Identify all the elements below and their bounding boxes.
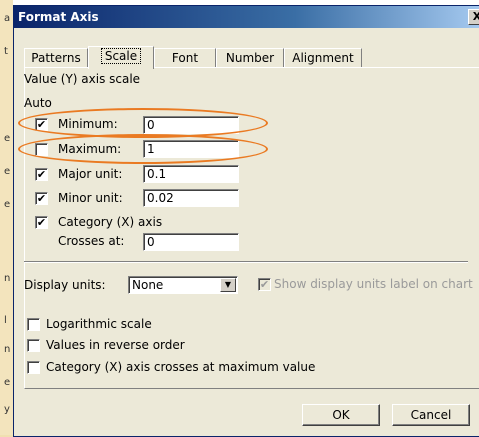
- minimum-auto-checkbox[interactable]: ✔: [35, 118, 48, 131]
- background-text: a: [4, 13, 11, 24]
- tab-scale[interactable]: Scale: [88, 46, 154, 69]
- major-unit-field[interactable]: 0.1: [143, 165, 239, 183]
- ok-button[interactable]: OK: [302, 404, 380, 426]
- background-text: t: [4, 46, 8, 57]
- background-text: e: [4, 133, 11, 144]
- tab-patterns[interactable]: Patterns: [24, 48, 88, 68]
- minor-unit-label: Minor unit:: [58, 191, 123, 205]
- background-text: n: [4, 344, 11, 355]
- background-text: n: [4, 273, 11, 284]
- tab-alignment[interactable]: Alignment: [284, 48, 362, 68]
- logarithmic-checkbox[interactable]: [27, 318, 40, 331]
- tab-number[interactable]: Number: [216, 48, 284, 68]
- minimum-field[interactable]: 0: [143, 116, 239, 134]
- logarithmic-label: Logarithmic scale: [46, 317, 152, 331]
- show-units-label-checkbox[interactable]: ✔: [258, 278, 271, 291]
- tab-scale-label: Scale: [100, 48, 142, 64]
- minimum-label: Minimum:: [58, 117, 118, 131]
- crosses-max-checkbox[interactable]: [27, 361, 40, 374]
- reverse-order-checkbox[interactable]: [27, 339, 40, 352]
- format-axis-dialog: Format Axis X Patterns Scale Font Number…: [13, 5, 479, 437]
- crosses-max-label: Category (X) axis crosses at maximum val…: [46, 360, 316, 374]
- display-units-label: Display units:: [24, 278, 106, 292]
- background-text: e: [4, 377, 11, 388]
- maximum-auto-checkbox[interactable]: [35, 143, 48, 156]
- display-units-value: None: [132, 278, 164, 292]
- maximum-label: Maximum:: [58, 142, 122, 156]
- show-units-label-text: Show display units label on chart: [274, 277, 473, 291]
- display-units-select[interactable]: None ▼: [128, 276, 238, 294]
- dialog-title: Format Axis: [18, 10, 99, 24]
- section-title: Value (Y) axis scale: [24, 72, 141, 86]
- background-text: y: [4, 404, 10, 415]
- maximum-field[interactable]: 1: [143, 140, 239, 158]
- separator: [24, 261, 468, 263]
- background-text: l: [4, 315, 7, 326]
- crosses-at-field[interactable]: 0: [143, 233, 239, 251]
- minor-unit-auto-checkbox[interactable]: ✔: [35, 192, 48, 205]
- background-text: e: [4, 199, 11, 210]
- major-unit-auto-checkbox[interactable]: ✔: [35, 168, 48, 181]
- minor-unit-field[interactable]: 0.02: [143, 189, 239, 207]
- background-document: a t e e e n l n e y: [0, 0, 13, 435]
- chevron-down-icon[interactable]: ▼: [220, 278, 236, 292]
- major-unit-label: Major unit:: [58, 167, 123, 181]
- reverse-order-label: Values in reverse order: [46, 338, 185, 352]
- cancel-button[interactable]: Cancel: [392, 404, 470, 426]
- title-bar[interactable]: Format Axis X: [14, 6, 479, 28]
- close-button[interactable]: X: [468, 9, 479, 25]
- category-axis-auto-checkbox[interactable]: ✔: [35, 216, 48, 229]
- crosses-at-label: Crosses at:: [58, 234, 125, 248]
- tab-font[interactable]: Font: [154, 48, 216, 68]
- category-axis-label: Category (X) axis: [58, 215, 163, 229]
- auto-label: Auto: [24, 96, 52, 110]
- background-text: e: [4, 166, 11, 177]
